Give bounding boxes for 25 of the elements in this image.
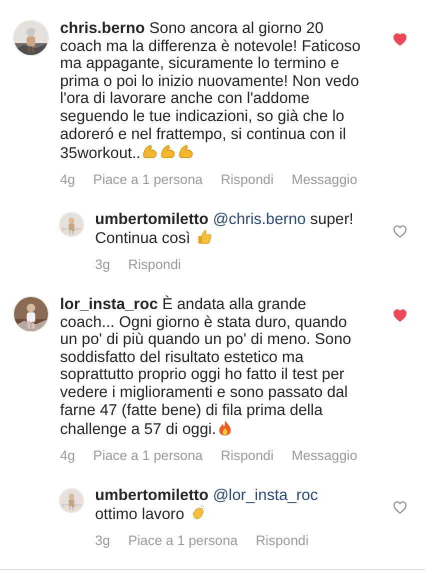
mention-link[interactable]: @chris.berno	[212, 210, 306, 228]
liked-heart-icon[interactable]	[393, 308, 407, 322]
comment-action[interactable]: Rispondi	[220, 448, 274, 463]
mention-link[interactable]: @lor_insta_roc	[212, 486, 318, 504]
comment-time: 3g	[95, 532, 110, 548]
comment-action[interactable]: Messaggio	[292, 172, 358, 187]
liked-heart-icon[interactable]	[393, 33, 407, 46]
comment-action[interactable]: Piace a 1 persona	[93, 448, 203, 463]
comment-time: 4g	[60, 448, 76, 463]
heart-icon[interactable]	[393, 224, 407, 238]
comment-action[interactable]: Piace a 1 persona	[93, 172, 203, 187]
heart-icon[interactable]	[393, 500, 407, 514]
comment-text: umbertomiletto @chris.berno super! Continua così	[95, 210, 354, 248]
comment-time: 4g	[60, 172, 76, 187]
comment-text: chris.berno Sono ancora al giorno 20 coach ma la differenza è notevole! Faticoso ma appagante, sicuramente lo termino e prima o poi lo inizio nuovamente! Non vedo l'ora di lavorare anche con l'addome seguendo le tue indicazioni, so già che lo adoreró e nel frattempo, si continua con il 35workout..	[60, 20, 362, 163]
avatar[interactable]	[13, 20, 49, 56]
comment-text: lor_insta_roc È andata alla grande coach... Ogni giorno è stata duro, quando un po' di più quando un po' di meno. Sono soddisfatto del risultato estetico ma soprattutto proprio oggi ho fatto il test per vedere i miglioramenti e sono passato dal farne 47 (fatte bene) di fila prima della challenge a 57 di oggi.	[60, 296, 352, 439]
comment-action[interactable]: Rispondi	[256, 532, 309, 548]
avatar[interactable]	[13, 296, 49, 332]
comment-action[interactable]: Rispondi	[128, 256, 182, 272]
comment-time: 3g	[95, 256, 110, 272]
comment-action[interactable]: Piace a 1 persona	[128, 532, 238, 548]
comment-action[interactable]: Messaggio	[292, 448, 358, 463]
comment-text: umbertomiletto @lor_insta_roc ottimo lavoro	[95, 486, 319, 524]
comment-action[interactable]: Rispondi	[220, 172, 274, 187]
